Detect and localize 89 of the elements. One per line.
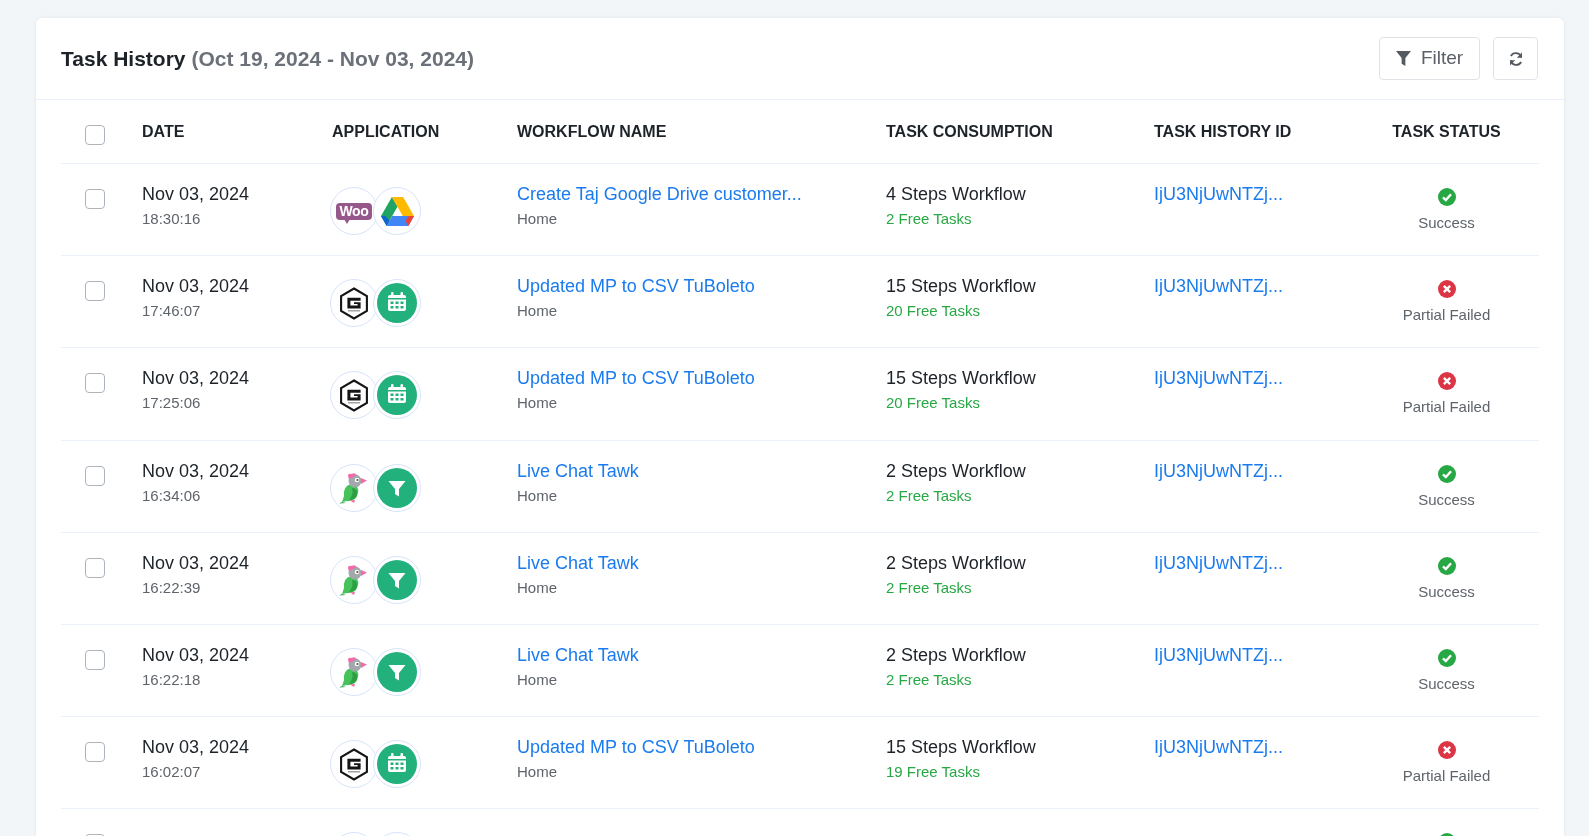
date-text: Nov 03, 2024 [142, 275, 250, 299]
task-history-id-link[interactable]: IjU3NjUwNTZj... [1154, 642, 1283, 667]
steps-text: 2 Steps Workflow [886, 459, 1026, 483]
date-text: Nov 03, 2024 [142, 736, 250, 760]
workflow-link[interactable]: Live Chat Tawk [517, 458, 639, 483]
folder-label: Home [517, 762, 557, 783]
steps-text: 2 Steps Workflow [886, 551, 1026, 575]
steps-text: 4 Steps Workflow [886, 183, 1026, 206]
filter-icon [373, 647, 421, 696]
status-text: Success [1418, 489, 1475, 510]
row-checkbox[interactable] [85, 373, 105, 394]
steps-text: 2 Steps Workflow [886, 643, 1026, 667]
date-text: Nov 03, 2024 [142, 551, 250, 575]
time-text: 16:22:39 [142, 577, 201, 598]
task-history-id-link[interactable]: IjU3NjUwNTZj... [1154, 735, 1283, 760]
calendar-icon [373, 279, 421, 328]
workflow-link[interactable]: Updated MP to CSV TuBoleto [517, 735, 755, 760]
steps-text: 15 Steps Workflow [886, 367, 1036, 391]
column-header: TASK CONSUMPTION [886, 121, 1053, 142]
time-text: 18:30:16 [142, 209, 201, 229]
workflow-link[interactable]: Live Chat Tawk [517, 550, 639, 575]
column-header: WORKFLOW NAME [517, 121, 667, 142]
free-tasks-text: 20 Free Tasks [886, 301, 980, 322]
row-checkbox[interactable] [85, 281, 105, 302]
row-checkbox[interactable] [85, 557, 105, 578]
date-range: (Oct 19, 2024 - Nov 03, 2024) [191, 45, 474, 72]
task-history-id-link[interactable]: IjU3NjUwNTZj... [1154, 366, 1283, 391]
calendar-icon [373, 740, 421, 789]
folder-label: Home [517, 301, 557, 322]
date-text: Nov 03, 2024 [142, 367, 250, 391]
time-text: 17:46:07 [142, 301, 201, 322]
column-header: TASK STATUS [1392, 121, 1501, 142]
status-text: Success [1418, 581, 1475, 602]
workflow-link[interactable]: Create Taj Google Drive customer... [517, 182, 802, 206]
folder-label: Home [517, 577, 557, 598]
refresh-icon [1507, 50, 1524, 67]
page-title: Task History [61, 45, 186, 72]
date-text: Nov 03, 2024 [142, 459, 250, 483]
status-text: Success [1418, 673, 1475, 694]
hexagon-logo-icon [330, 371, 378, 420]
task-history-id-link[interactable]: IjU3NjUwNTZj... [1154, 274, 1283, 299]
parrot-icon [330, 647, 378, 696]
filter-button[interactable]: Filter [1379, 37, 1480, 80]
folder-label: Home [517, 393, 557, 414]
folder-label: Home [517, 669, 557, 690]
refresh-button[interactable] [1493, 37, 1538, 80]
column-header: TASK HISTORY ID [1154, 121, 1292, 142]
time-text: 16:34:06 [142, 485, 201, 506]
free-tasks-text: 2 Free Tasks [886, 669, 972, 690]
hexagon-logo-icon [330, 279, 378, 328]
time-text: 16:22:18 [142, 669, 201, 690]
free-tasks-text: 2 Free Tasks [886, 485, 972, 506]
row-checkbox[interactable] [85, 649, 105, 670]
free-tasks-text: 2 Free Tasks [886, 209, 972, 229]
free-tasks-text: 19 Free Tasks [886, 762, 980, 783]
folder-label: Home [517, 209, 557, 229]
workflow-link[interactable]: Updated MP to CSV TuBoleto [517, 274, 755, 299]
column-header: DATE [142, 121, 185, 142]
filter-icon [1395, 51, 1411, 66]
triangle-logo-icon [373, 187, 421, 235]
column-header: APPLICATION [332, 121, 440, 142]
parrot-icon [330, 555, 378, 604]
status-text: Partial Failed [1402, 766, 1491, 787]
hexagon-logo-icon [330, 740, 378, 789]
select-all-checkbox[interactable] [85, 124, 105, 145]
status-text: Partial Failed [1402, 397, 1491, 418]
task-history-id-link[interactable]: IjU3NjUwNTZj... [1154, 182, 1283, 206]
steps-text: 15 Steps Workflow [886, 275, 1036, 299]
row-checkbox[interactable] [85, 465, 105, 486]
status-text: Partial Failed [1402, 305, 1491, 326]
free-tasks-text: 20 Free Tasks [886, 393, 980, 414]
filter-icon [373, 463, 421, 512]
free-tasks-text: 2 Free Tasks [886, 577, 972, 598]
row-checkbox[interactable] [85, 742, 105, 763]
filter-icon [373, 555, 421, 604]
workflow-link[interactable]: Updated MP to CSV TuBoleto [517, 366, 755, 391]
parrot-icon [330, 463, 378, 512]
date-text: Nov 03, 2024 [142, 643, 250, 667]
calendar-icon [373, 371, 421, 420]
status-text: Success [1418, 213, 1475, 233]
task-history-id-link[interactable]: IjU3NjUwNTZj... [1154, 550, 1283, 575]
workflow-link[interactable]: Live Chat Tawk [517, 642, 639, 667]
time-text: 16:02:07 [142, 762, 201, 783]
steps-text: 15 Steps Workflow [886, 736, 1036, 760]
date-text: Nov 03, 2024 [142, 183, 250, 206]
folder-label: Home [517, 485, 557, 506]
time-text: 17:25:06 [142, 393, 201, 414]
row-checkbox[interactable] [85, 189, 105, 209]
task-history-id-link[interactable]: IjU3NjUwNTZj... [1154, 458, 1283, 483]
